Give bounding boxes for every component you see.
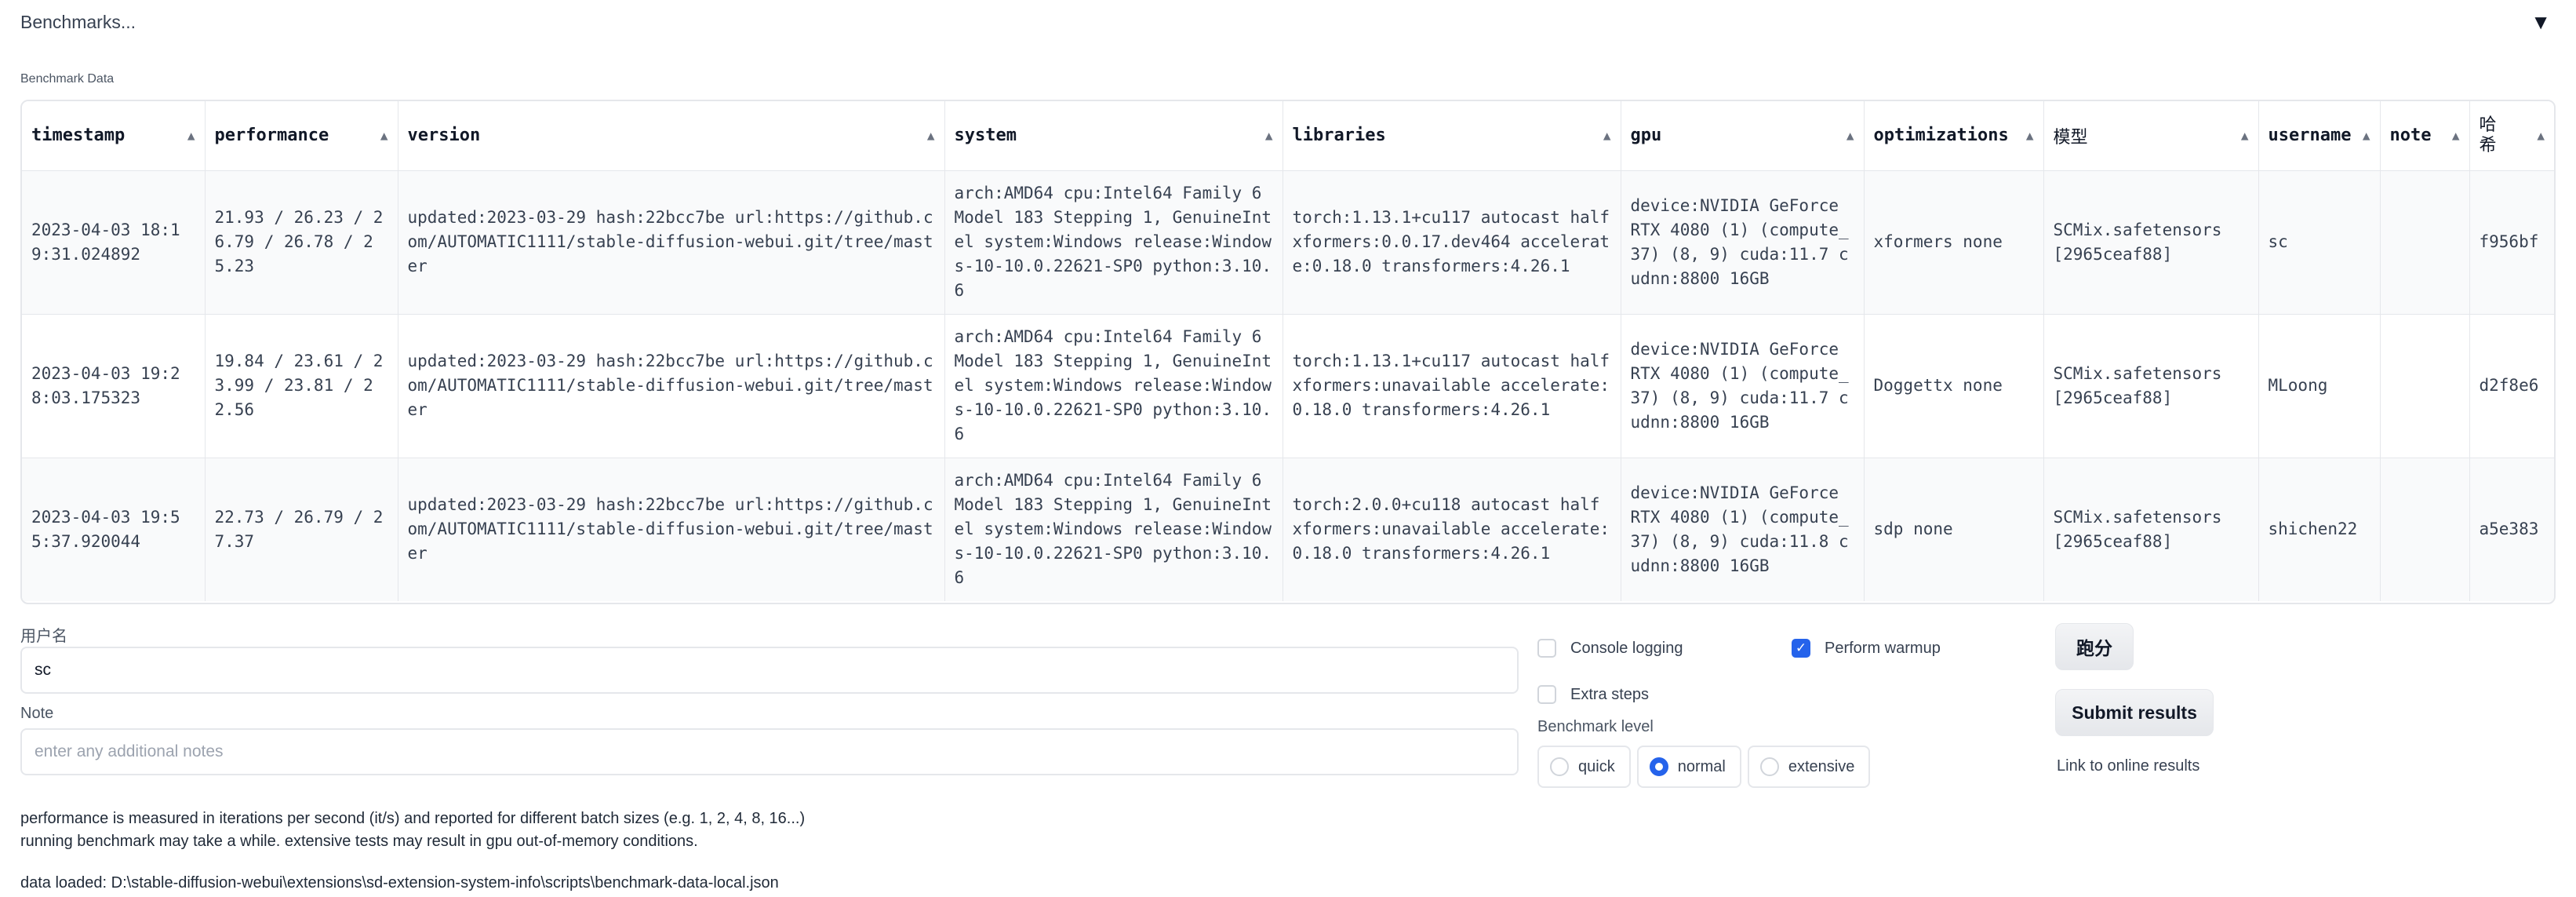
benchmark-data-label: Benchmark Data: [20, 72, 115, 86]
username-label: 用户名: [20, 628, 67, 645]
benchmarks-accordion-header[interactable]: Benchmarks... ▼: [20, 6, 2554, 38]
col-header-note[interactable]: note ▲: [2380, 101, 2470, 171]
extra-steps-checkbox[interactable]: [1537, 685, 1556, 704]
extra-steps-label: Extra steps: [1570, 685, 1650, 703]
cell-note[interactable]: [2380, 170, 2470, 314]
radio-normal[interactable]: [1649, 757, 1668, 776]
cell-hash[interactable]: d2f8e6: [2469, 313, 2554, 458]
cell-optimizations[interactable]: Doggettx none: [1864, 313, 2044, 458]
level-option-normal[interactable]: normal: [1636, 746, 1741, 788]
level-option-quick[interactable]: quick: [1537, 746, 1631, 788]
cell-note[interactable]: [2380, 313, 2470, 458]
cell-system[interactable]: arch:AMD64 cpu:Intel64 Family 6 Model 18…: [944, 313, 1283, 458]
console-logging-option[interactable]: Console logging: [1537, 639, 1683, 658]
cell-timestamp[interactable]: 2023-04-03 19:28:03.175323: [22, 313, 206, 458]
col-header-username[interactable]: username ▲: [2258, 101, 2381, 171]
col-header-hash[interactable]: 哈希 ▲: [2469, 101, 2554, 171]
col-header-model[interactable]: 模型 ▲: [2043, 101, 2259, 171]
table-header-row: timestamp ▲ performance ▲ version ▲ system ▲…: [22, 101, 2554, 171]
cell-model[interactable]: SCMix.safetensors [2965ceaf88]: [2043, 313, 2259, 458]
cell-gpu[interactable]: device:NVIDIA GeForce RTX 4080 (1) (comp…: [1621, 313, 1865, 458]
accordion-title: Benchmarks...: [20, 11, 136, 32]
cell-timestamp[interactable]: 2023-04-03 19:55:37.920044: [22, 457, 206, 601]
cell-note[interactable]: [2380, 457, 2470, 601]
level-option-extensive[interactable]: extensive: [1747, 746, 1871, 788]
cell-version[interactable]: updated:2023-03-29 hash:22bcc7be url:htt…: [398, 457, 945, 601]
cell-libraries[interactable]: torch:2.0.0+cu118 autocast half xformers…: [1283, 457, 1621, 601]
sort-icon[interactable]: ▲: [1265, 128, 1273, 143]
note-label: Note: [20, 705, 54, 722]
online-results-link[interactable]: Link to online results: [2057, 757, 2199, 775]
benchmark-table: timestamp ▲ performance ▲ version ▲ system ▲…: [22, 101, 2554, 601]
sort-icon[interactable]: ▲: [2241, 128, 2249, 143]
cell-gpu[interactable]: device:NVIDIA GeForce RTX 4080 (1) (comp…: [1621, 457, 1865, 601]
cell-version[interactable]: updated:2023-03-29 hash:22bcc7be url:htt…: [398, 313, 945, 458]
benchmark-level-radio-group: quick normal extensive: [1537, 746, 1876, 788]
col-header-performance[interactable]: performance ▲: [205, 101, 398, 171]
note-input[interactable]: [20, 728, 1519, 775]
benchmark-table-container: timestamp ▲ performance ▲ version ▲ system ▲…: [20, 100, 2556, 604]
cell-model[interactable]: SCMix.safetensors [2965ceaf88]: [2043, 457, 2259, 601]
sort-icon[interactable]: ▲: [2026, 128, 2034, 143]
cell-model[interactable]: SCMix.safetensors [2965ceaf88]: [2043, 170, 2259, 314]
radio-extensive[interactable]: [1759, 757, 1779, 776]
col-header-system[interactable]: system ▲: [944, 101, 1283, 171]
cell-performance[interactable]: 22.73 / 26.79 / 27.37: [205, 457, 398, 601]
sort-icon[interactable]: ▲: [2363, 128, 2370, 143]
cell-timestamp[interactable]: 2023-04-03 18:19:31.024892: [22, 170, 206, 314]
console-logging-label: Console logging: [1570, 639, 1683, 657]
info-data-loaded: data loaded: D:\stable-diffusion-webui\e…: [20, 874, 779, 892]
username-input[interactable]: [20, 647, 1519, 694]
sort-icon[interactable]: ▲: [1846, 128, 1854, 143]
col-header-timestamp[interactable]: timestamp ▲: [22, 101, 206, 171]
cell-gpu[interactable]: device:NVIDIA GeForce RTX 4080 (1) (comp…: [1621, 170, 1865, 314]
benchmark-level-label: Benchmark level: [1537, 718, 1654, 735]
col-header-libraries[interactable]: libraries ▲: [1283, 101, 1621, 171]
cell-version[interactable]: updated:2023-03-29 hash:22bcc7be url:htt…: [398, 170, 945, 314]
perform-warmup-checkbox[interactable]: ✓: [1792, 639, 1810, 658]
cell-performance[interactable]: 21.93 / 26.23 / 26.79 / 26.78 / 25.23: [205, 170, 398, 314]
table-row: 2023-04-03 19:55:37.920044 22.73 / 26.79…: [22, 457, 2554, 601]
sort-icon[interactable]: ▲: [380, 128, 388, 143]
extra-steps-option[interactable]: Extra steps: [1537, 685, 1649, 704]
table-row: 2023-04-03 19:28:03.175323 19.84 / 23.61…: [22, 313, 2554, 458]
run-benchmark-button[interactable]: 跑分: [2055, 623, 2134, 670]
col-header-optimizations[interactable]: optimizations ▲: [1864, 101, 2044, 171]
perform-warmup-label: Perform warmup: [1825, 639, 1941, 657]
sort-icon[interactable]: ▲: [2452, 128, 2460, 143]
collapse-caret-icon[interactable]: ▼: [2531, 10, 2554, 35]
cell-system[interactable]: arch:AMD64 cpu:Intel64 Family 6 Model 18…: [944, 170, 1283, 314]
cell-performance[interactable]: 19.84 / 23.61 / 23.99 / 23.81 / 22.56: [205, 313, 398, 458]
radio-quick[interactable]: [1550, 757, 1569, 776]
sort-icon[interactable]: ▲: [187, 128, 195, 143]
cell-username[interactable]: MLoong: [2258, 313, 2381, 458]
table-row: 2023-04-03 18:19:31.024892 21.93 / 26.23…: [22, 170, 2554, 314]
cell-optimizations[interactable]: sdp none: [1864, 457, 2044, 601]
sort-icon[interactable]: ▲: [2537, 128, 2545, 143]
col-header-version[interactable]: version ▲: [398, 101, 945, 171]
cell-optimizations[interactable]: xformers none: [1864, 170, 2044, 314]
info-warning-note: running benchmark may take a while. exte…: [20, 833, 698, 850]
perform-warmup-option[interactable]: ✓ Perform warmup: [1792, 639, 1941, 658]
cell-libraries[interactable]: torch:1.13.1+cu117 autocast half xformer…: [1283, 313, 1621, 458]
sort-icon[interactable]: ▲: [1603, 128, 1611, 143]
cell-hash[interactable]: a5e383: [2469, 457, 2554, 601]
col-header-gpu[interactable]: gpu ▲: [1621, 101, 1865, 171]
sort-icon[interactable]: ▲: [927, 128, 935, 143]
console-logging-checkbox[interactable]: [1537, 639, 1556, 658]
cell-username[interactable]: sc: [2258, 170, 2381, 314]
submit-results-button[interactable]: Submit results: [2055, 689, 2214, 736]
cell-hash[interactable]: f956bf: [2469, 170, 2554, 314]
cell-username[interactable]: shichen22: [2258, 457, 2381, 601]
info-performance-note: performance is measured in iterations pe…: [20, 810, 806, 827]
cell-libraries[interactable]: torch:1.13.1+cu117 autocast half xformer…: [1283, 170, 1621, 314]
cell-system[interactable]: arch:AMD64 cpu:Intel64 Family 6 Model 18…: [944, 457, 1283, 601]
